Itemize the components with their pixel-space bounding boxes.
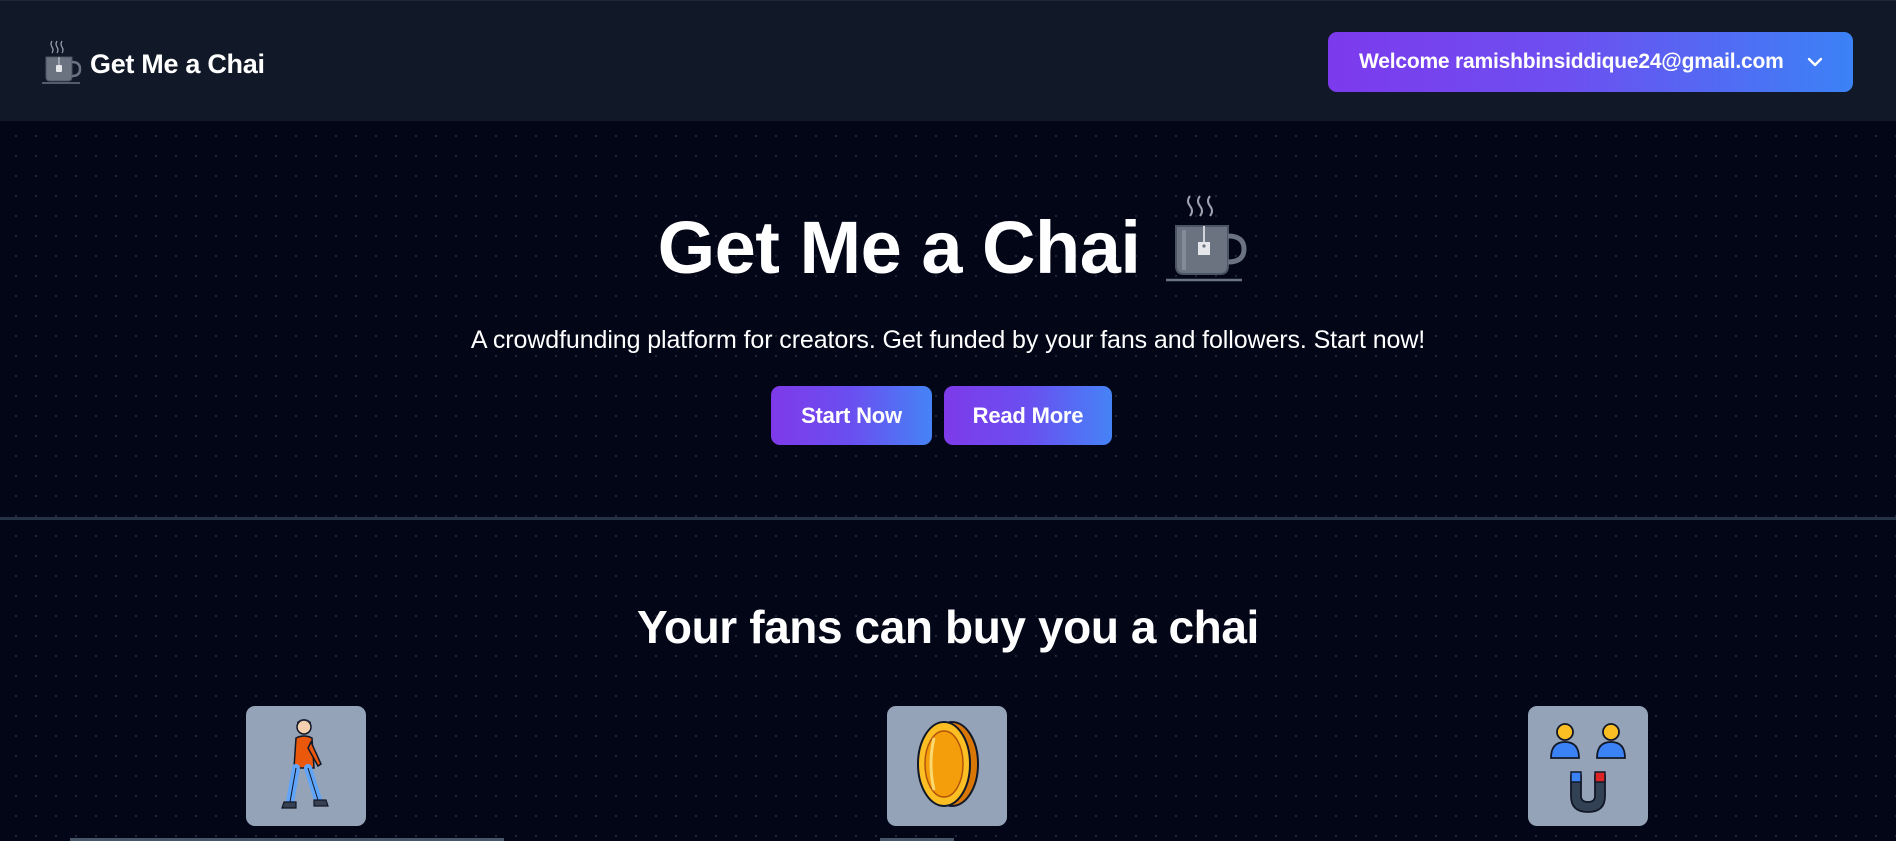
hero-subtitle: A crowdfunding platform for creators. Ge… (470, 326, 1426, 354)
section-title: Your fans can buy you a chai (637, 601, 1259, 653)
walking-person-icon (274, 714, 338, 819)
people-magnet-icon (1543, 712, 1633, 821)
tea-mug-icon (1162, 192, 1248, 289)
brand-logo[interactable]: Get Me a Chai (40, 39, 265, 90)
feature-card (1528, 706, 1648, 826)
chevron-down-icon (1807, 55, 1823, 69)
hero-title: Get Me a Chai (657, 206, 1141, 289)
hero-title-row: Get Me a Chai (0, 192, 1896, 293)
read-more-button[interactable]: Read More (944, 386, 1112, 445)
user-menu-button[interactable]: Welcome ramishbinsiddique24@gmail.com (1328, 32, 1853, 92)
hero-cta-group: Start Now Read More (771, 386, 1112, 445)
welcome-label: Welcome ramishbinsiddique24@gmail.com (1359, 50, 1784, 73)
brand-name: Get Me a Chai (90, 49, 265, 79)
start-now-button[interactable]: Start Now (771, 386, 932, 445)
section-divider (0, 517, 1896, 520)
gold-coin-icon (912, 716, 982, 817)
tea-mug-icon (40, 39, 82, 90)
feature-card (887, 706, 1007, 826)
navbar: Get Me a Chai Welcome ramishbinsiddique2… (0, 0, 1896, 121)
feature-card (246, 706, 366, 826)
